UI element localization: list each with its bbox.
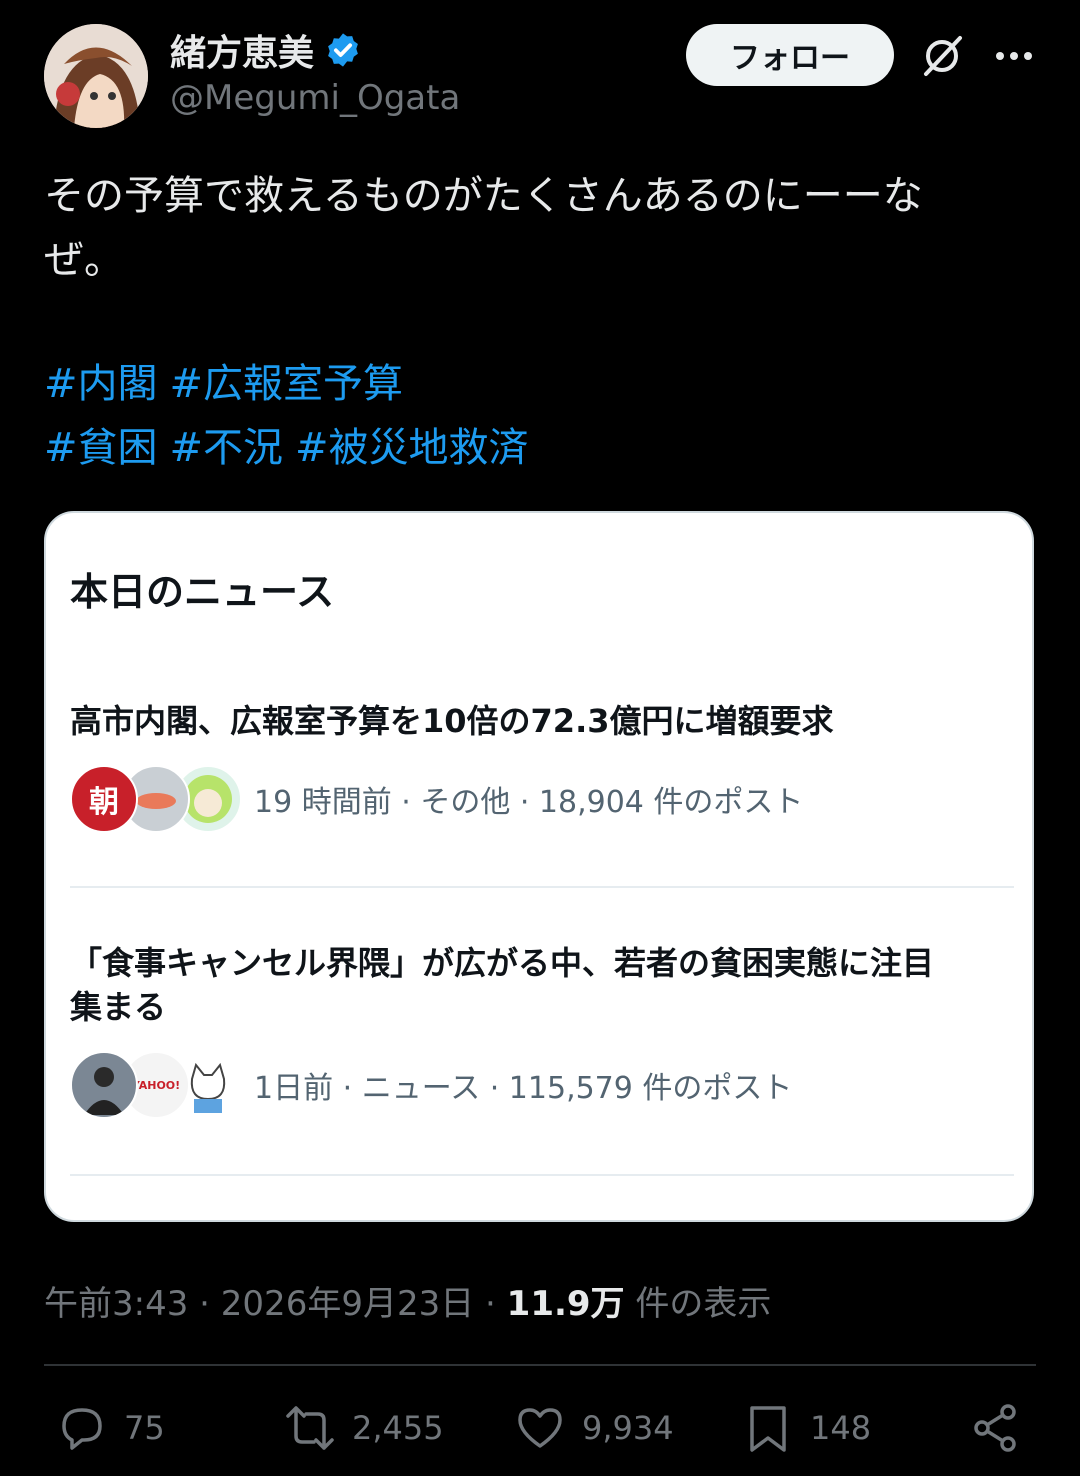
avatar-illustration <box>44 24 148 128</box>
tweet-date[interactable]: 2026年9月23日 <box>221 1284 474 1324</box>
user-handle[interactable]: @Megumi_Ogata <box>170 78 460 118</box>
source-avatars: YAHOO! <box>70 1051 242 1119</box>
reply-button[interactable]: 75 <box>56 1396 165 1460</box>
hashtag-link[interactable]: #不況 <box>170 425 284 471</box>
reply-icon <box>62 1408 102 1450</box>
divider <box>70 886 1014 888</box>
bookmark-button[interactable]: 148 <box>742 1396 871 1460</box>
source-avatars: 朝 <box>70 765 242 833</box>
name-row: 緒方恵美 <box>170 24 362 76</box>
source-avatar-glyph: YAHOO! <box>131 1078 181 1092</box>
hashtag-link[interactable]: #広報室予算 <box>170 361 404 407</box>
like-button[interactable]: 9,934 <box>514 1396 674 1460</box>
view-count-suffix: 件の表示 <box>635 1284 772 1324</box>
repost-count: 2,455 <box>352 1409 444 1447</box>
bookmark-count: 148 <box>810 1409 872 1447</box>
share-button[interactable] <box>970 1396 1022 1460</box>
news-card-title: 本日のニュース <box>70 570 335 614</box>
hashtag-link[interactable]: #被災地救済 <box>295 425 529 471</box>
heart-icon <box>518 1408 562 1448</box>
news-meta-row: 朝 19 時間前 · その他 · 18,904 件のポスト <box>70 765 803 833</box>
share-icon <box>974 1404 1016 1452</box>
like-count: 9,934 <box>582 1409 674 1447</box>
news-meta: 19 時間前 · その他 · 18,904 件のポスト <box>254 785 804 820</box>
grok-icon[interactable] <box>916 30 968 82</box>
hashtag-row: #内閣 #広報室予算 <box>44 352 1034 416</box>
tweet-header: 緒方恵美 @Megumi_Ogata フォロー <box>0 0 1080 140</box>
news-headline-line: 集まる <box>70 988 167 1026</box>
tweet-text-line: その予算で救えるものがたくさんあるのにーーな <box>44 173 923 219</box>
action-bar: 75 2,455 9,934 148 <box>0 1396 1080 1460</box>
news-item[interactable]: 高市内閣、広報室予算を10倍の72.3億円に増額要求 朝 19 時間前 · その… <box>70 699 1014 849</box>
divider <box>44 1364 1036 1366</box>
repost-button[interactable]: 2,455 <box>284 1396 444 1460</box>
news-item[interactable]: 「食事キャンセル界隈」が広がる中、若者の貧困実態に注目 集まる YAHOO! 1… <box>70 941 1014 1141</box>
display-name[interactable]: 緒方恵美 <box>170 24 314 76</box>
hashtag-link[interactable]: #貧困 <box>44 425 158 471</box>
tweet-text-line: ぜ。 <box>44 237 124 283</box>
news-meta-row: YAHOO! 1日前 · ニュース · 115,579 件のポスト <box>70 1051 792 1119</box>
hashtag-link[interactable]: #内閣 <box>44 361 158 407</box>
separator-dot: · <box>485 1284 507 1324</box>
source-avatar <box>70 1051 138 1119</box>
hashtag-row: #貧困 #不況 #被災地救済 <box>44 416 1034 480</box>
news-headline[interactable]: 高市内閣、広報室予算を10倍の72.3億円に増額要求 <box>70 699 1014 743</box>
verified-badge-icon <box>328 33 358 67</box>
news-headline-line: 「食事キャンセル界隈」が広がる中、若者の貧困実態に注目 <box>70 944 935 982</box>
hashtags: #内閣 #広報室予算 #貧困 #不況 #被災地救済 <box>44 352 1034 480</box>
source-avatar: 朝 <box>70 765 138 833</box>
bookmark-icon <box>750 1406 786 1452</box>
reply-count: 75 <box>124 1409 165 1447</box>
separator-dot: · <box>199 1284 221 1324</box>
source-avatar-glyph: 朝 <box>89 785 119 820</box>
follow-button[interactable]: フォロー <box>686 24 894 86</box>
news-headline[interactable]: 「食事キャンセル界隈」が広がる中、若者の貧困実態に注目 集まる <box>70 941 1014 1029</box>
repost-icon <box>286 1406 334 1450</box>
person-photo <box>84 1067 124 1115</box>
tweet-time[interactable]: 午前3:43 <box>44 1284 188 1324</box>
news-card[interactable]: 本日のニュース 高市内閣、広報室予算を10倍の72.3億円に増額要求 朝 19 … <box>44 511 1034 1222</box>
view-count[interactable]: 11.9万 <box>507 1284 625 1324</box>
divider <box>70 1174 1014 1176</box>
tweet-timestamp-row: 午前3:43 · 2026年9月23日 · 11.9万 件の表示 <box>44 1276 771 1325</box>
more-options-icon[interactable] <box>988 30 1040 82</box>
user-avatar[interactable] <box>44 24 148 128</box>
news-meta: 1日前 · ニュース · 115,579 件のポスト <box>254 1071 793 1106</box>
tweet-text: その予算で救えるものがたくさんあるのにーーな ぜ。 <box>44 164 1034 292</box>
